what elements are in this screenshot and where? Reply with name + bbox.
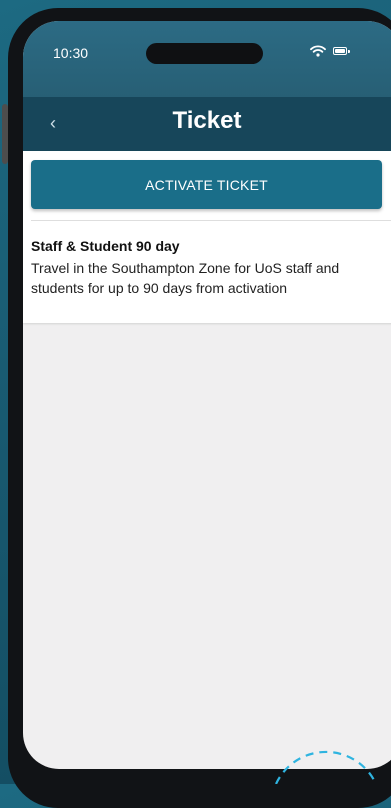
divider xyxy=(31,220,391,221)
ticket-card: ACTIVATE TICKET Staff & Student 90 day T… xyxy=(23,151,391,323)
ticket-name: Staff & Student 90 day xyxy=(31,238,180,254)
status-bar: 10:30 xyxy=(23,21,391,97)
ticket-description: Travel in the Southampton Zone for UoS s… xyxy=(31,260,340,296)
status-time: 10:30 xyxy=(53,45,89,61)
phone-screen: 10:30 ‹ Ticket ACTIVATE TICKET Staff & S… xyxy=(23,21,391,769)
activate-ticket-button[interactable]: ACTIVATE TICKET xyxy=(31,160,382,209)
wifi-icon xyxy=(310,45,326,57)
nav-bar: ‹ Ticket xyxy=(23,97,391,151)
battery-icon xyxy=(333,47,350,55)
dashed-circle-decoration xyxy=(275,750,377,784)
page-title: Ticket xyxy=(172,107,242,134)
dynamic-island xyxy=(146,43,263,64)
